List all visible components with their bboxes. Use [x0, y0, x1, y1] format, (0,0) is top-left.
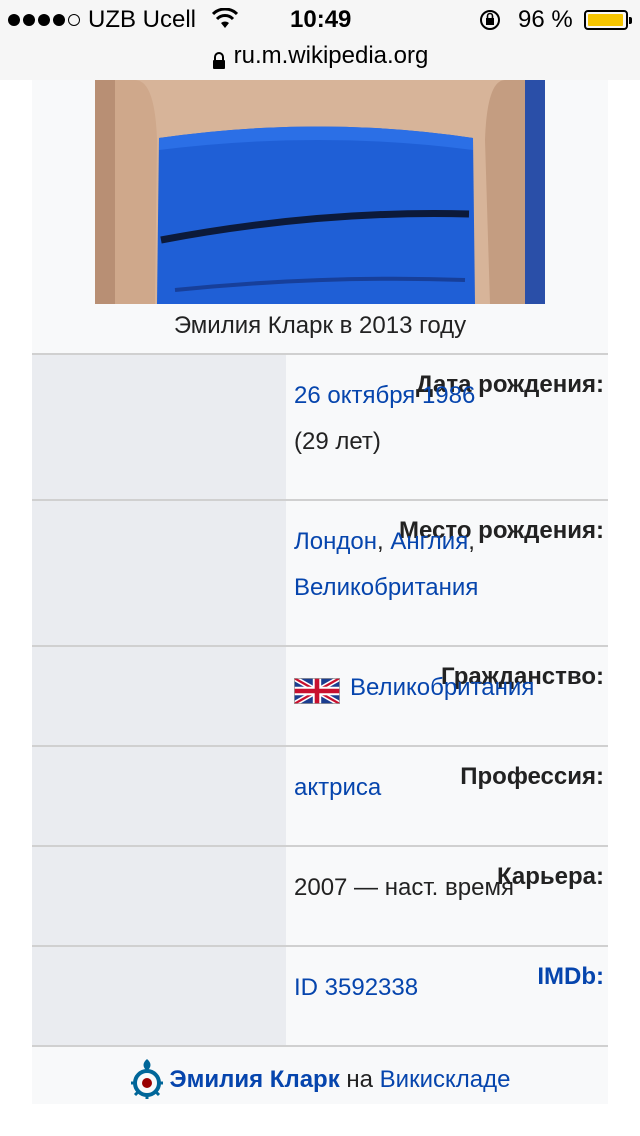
separator: , — [468, 528, 475, 555]
infobox: Эмилия Кларк в 2013 году Дата рождения: … — [32, 80, 608, 1104]
commons-link-row: Эмилия Кларк на Викискладе — [32, 1056, 608, 1104]
value-profession: актриса — [294, 765, 604, 811]
row-imdb: IMDb: ID 3592338 — [32, 947, 608, 1045]
separator: , — [376, 528, 391, 555]
value-citizenship: Великобритания — [292, 665, 604, 711]
citizenship-link[interactable]: Великобритания — [350, 674, 534, 701]
career-years: 2007 — наст. время — [294, 874, 514, 901]
label-cell — [32, 647, 286, 745]
commons-link[interactable]: Викискладе — [380, 1066, 511, 1093]
rotation-lock-icon — [478, 8, 502, 39]
label-cell — [32, 501, 286, 645]
row-citizenship: Гражданство: Великобритания — [32, 647, 608, 745]
uk-link[interactable]: Великобритания — [294, 574, 478, 601]
address-bar[interactable]: ru.m.wikipedia.org — [0, 40, 640, 80]
label-cell — [32, 747, 286, 845]
wikimedia-commons-icon — [130, 1058, 164, 1099]
divider — [32, 1045, 608, 1047]
label-cell — [32, 847, 286, 945]
row-career: Карьера: 2007 — наст. время — [32, 847, 608, 945]
url-text: ru.m.wikipedia.org — [233, 42, 429, 69]
portrait-photo[interactable] — [95, 80, 545, 304]
label-cell — [32, 355, 286, 499]
row-birth-place: Место рождения: Лондон, Англия, Великобр… — [32, 501, 608, 645]
commons-name-link[interactable]: Эмилия Кларк — [170, 1066, 340, 1093]
imdb-id-link[interactable]: ID 3592338 — [294, 974, 418, 1001]
padlock-icon — [212, 49, 226, 69]
clock: 10:49 — [290, 6, 352, 33]
london-link[interactable]: Лондон — [294, 528, 377, 555]
birth-date-link[interactable]: 26 октября 1986 — [294, 382, 475, 409]
signal-strength-icon — [8, 14, 80, 26]
uk-flag-icon[interactable] — [292, 674, 342, 706]
image-caption: Эмилия Кларк в 2013 году — [173, 312, 467, 339]
value-career: 2007 — наст. время — [294, 865, 604, 911]
wifi-icon — [211, 7, 239, 37]
value-birth-date: 26 октября 1986 (29 лет) — [294, 373, 604, 465]
row-birth-date: Дата рождения: 26 октября 1986 (29 лет) — [32, 355, 608, 499]
age-text: (29 лет) — [294, 428, 381, 455]
england-link[interactable]: Англия — [390, 528, 468, 555]
label-cell — [32, 947, 286, 1045]
row-profession: Профессия: актриса — [32, 747, 608, 845]
actress-link[interactable]: актриса — [294, 774, 381, 801]
battery-percent: 96 % — [518, 6, 573, 33]
battery-icon — [584, 10, 632, 30]
value-birth-place: Лондон, Англия, Великобритания — [294, 519, 604, 611]
value-imdb: ID 3592338 — [294, 965, 604, 1011]
commons-middle-text: на — [339, 1066, 380, 1093]
carrier-name: UZB Ucell — [88, 6, 197, 33]
status-bar: UZB Ucell 10:49 96 % — [0, 0, 640, 40]
